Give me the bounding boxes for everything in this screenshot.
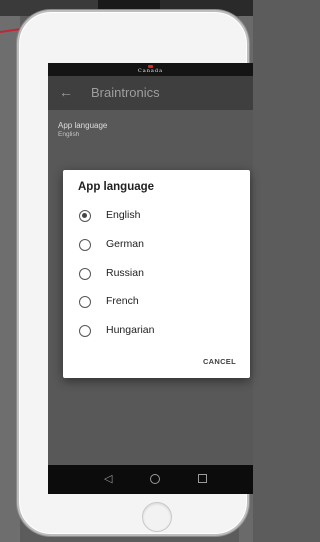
option-hungarian[interactable]: Hungarian bbox=[63, 319, 250, 345]
status-logo-text: Canada bbox=[137, 68, 164, 74]
option-french[interactable]: French bbox=[63, 290, 250, 316]
app-title: Braintronics bbox=[91, 85, 160, 100]
hardware-home-button[interactable] bbox=[142, 502, 172, 532]
option-german[interactable]: German bbox=[63, 233, 250, 259]
status-logo: Canada bbox=[48, 65, 253, 74]
app-bar: ← Braintronics bbox=[48, 76, 253, 110]
arrow-back-icon[interactable]: ← bbox=[59, 84, 75, 100]
option-russian[interactable]: Russian bbox=[63, 262, 250, 288]
triangle-back-icon[interactable]: ◁ bbox=[104, 473, 112, 485]
option-label: French bbox=[106, 295, 139, 307]
option-label: English bbox=[106, 209, 141, 221]
cancel-button[interactable]: CANCEL bbox=[203, 357, 236, 366]
circle-home-icon[interactable] bbox=[150, 474, 160, 484]
status-bar: Canada bbox=[48, 63, 253, 76]
radio-unchecked-icon[interactable] bbox=[79, 268, 91, 280]
option-label: German bbox=[106, 238, 144, 250]
navigation-bar: ◁ bbox=[48, 465, 253, 494]
option-label: Hungarian bbox=[106, 324, 155, 336]
square-recents-icon[interactable] bbox=[198, 474, 207, 483]
radio-unchecked-icon[interactable] bbox=[79, 325, 91, 337]
option-label: Russian bbox=[106, 267, 144, 279]
radio-unchecked-icon[interactable] bbox=[79, 239, 91, 251]
preference-title[interactable]: App language bbox=[58, 121, 107, 130]
language-dialog: App language English German Russian Fren… bbox=[63, 170, 250, 378]
dialog-title: App language bbox=[78, 181, 155, 193]
option-english[interactable]: English bbox=[63, 204, 250, 230]
preference-summary: English bbox=[58, 131, 80, 138]
radio-unchecked-icon[interactable] bbox=[79, 296, 91, 308]
radio-checked-icon[interactable] bbox=[79, 210, 91, 222]
